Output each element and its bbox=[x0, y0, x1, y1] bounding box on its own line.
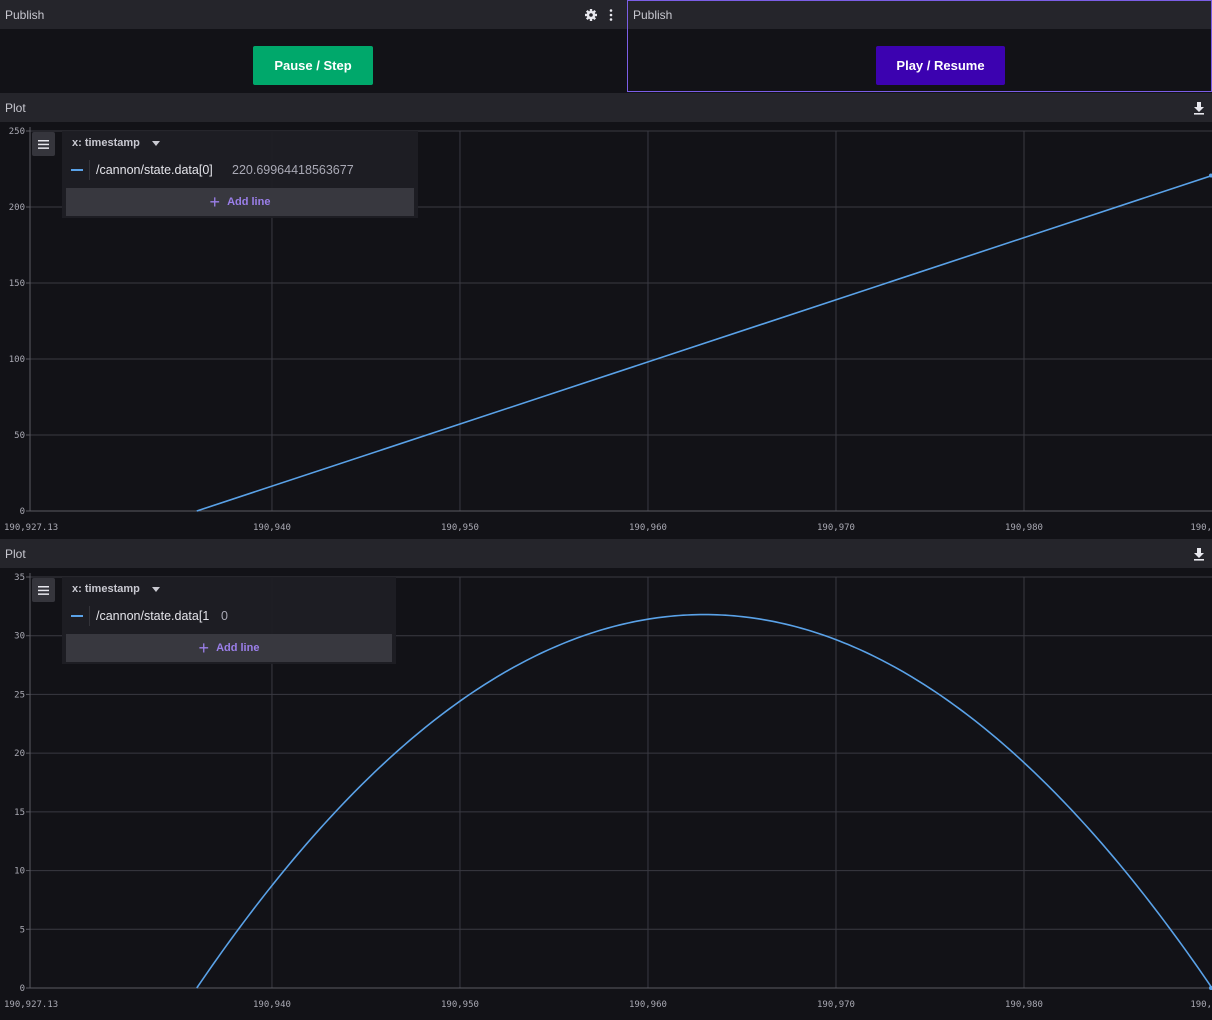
series-path-input[interactable]: /cannon/state.data[1 bbox=[96, 609, 209, 623]
panel-titlebar[interactable]: Publish bbox=[628, 1, 1211, 29]
x-tick-label: 190,980 bbox=[1005, 1000, 1043, 1010]
x-tick-label: 190,927.13 bbox=[4, 523, 58, 533]
legend-series-row[interactable]: /cannon/state.data[1 0 bbox=[62, 603, 396, 629]
series-line bbox=[196, 613, 1212, 989]
series-current-value: 0 bbox=[221, 609, 228, 623]
x-tick-label: 190,950 bbox=[441, 1000, 479, 1010]
y-tick-label: 100 bbox=[9, 355, 25, 365]
pause-step-button[interactable]: Pause / Step bbox=[253, 46, 373, 85]
x-axis-label: x: timestamp bbox=[72, 583, 140, 595]
panel-titlebar[interactable]: Publish bbox=[0, 0, 627, 29]
panel-title: Plot bbox=[5, 101, 26, 115]
play-resume-button[interactable]: Play / Resume bbox=[876, 46, 1005, 85]
x-tick-label: 190,960 bbox=[629, 523, 667, 533]
x-tick-label: 190,940 bbox=[253, 523, 291, 533]
x-axis-label: x: timestamp bbox=[72, 137, 140, 149]
menu-icon[interactable] bbox=[32, 578, 55, 602]
plus-icon: + bbox=[198, 638, 210, 658]
publish-panel-left: Publish Pause / Step bbox=[0, 0, 627, 92]
download-icon[interactable] bbox=[1192, 547, 1206, 561]
divider bbox=[89, 606, 90, 626]
y-tick-label: 5 bbox=[20, 925, 25, 935]
y-tick-label: 20 bbox=[14, 749, 25, 759]
y-tick-label: 15 bbox=[14, 808, 25, 818]
x-tick-label: 190,970 bbox=[817, 523, 855, 533]
x-tick-label: 190, bbox=[1190, 1000, 1212, 1010]
plot-panel-bottom: Plot 0 5 10 15 20 25 30 35 190,927.13 190,940 190,… bbox=[0, 539, 1212, 1020]
panel-title: Plot bbox=[5, 547, 26, 561]
x-tick-label: 190,950 bbox=[441, 523, 479, 533]
x-axis-selector[interactable]: x: timestamp bbox=[62, 577, 396, 601]
add-line-button[interactable]: + Add line bbox=[66, 634, 392, 662]
panel-titlebar[interactable]: Plot bbox=[0, 539, 1212, 568]
y-tick-label: 150 bbox=[9, 279, 25, 289]
add-line-label: Add line bbox=[216, 642, 260, 654]
plot-legend: x: timestamp /cannon/state.data[0] 220.6… bbox=[62, 131, 418, 218]
plot-panel-top: Plot 0 50 100 150 200 250 190,927.13 190,940 190… bbox=[0, 93, 1212, 539]
gear-icon[interactable] bbox=[584, 8, 598, 22]
x-tick-label: 190,970 bbox=[817, 1000, 855, 1010]
series-line bbox=[196, 174, 1212, 512]
x-tick-label: 190,980 bbox=[1005, 523, 1043, 533]
legend-series-row[interactable]: /cannon/state.data[0] 220.69964418563677 bbox=[62, 157, 418, 183]
y-tick-label: 0 bbox=[20, 507, 25, 517]
y-tick-label: 25 bbox=[14, 690, 25, 700]
plus-icon: + bbox=[209, 192, 221, 212]
panel-title: Publish bbox=[5, 8, 45, 22]
series-color-swatch[interactable] bbox=[71, 169, 83, 171]
y-tick-label: 250 bbox=[9, 127, 25, 137]
panel-titlebar[interactable]: Plot bbox=[0, 93, 1212, 122]
y-tick-label: 0 bbox=[20, 984, 25, 994]
chevron-down-icon bbox=[152, 141, 160, 146]
download-icon[interactable] bbox=[1192, 101, 1206, 115]
chevron-down-icon bbox=[152, 587, 160, 592]
panel-title: Publish bbox=[633, 8, 673, 22]
divider bbox=[89, 160, 90, 180]
add-line-label: Add line bbox=[227, 196, 271, 208]
y-tick-label: 35 bbox=[14, 573, 25, 583]
x-tick-label: 190,927.13 bbox=[4, 1000, 58, 1010]
y-tick-label: 200 bbox=[9, 203, 25, 213]
y-tick-label: 10 bbox=[14, 867, 25, 877]
x-tick-label: 190, bbox=[1190, 523, 1212, 533]
y-tick-label: 50 bbox=[14, 431, 25, 441]
y-tick-label: 30 bbox=[14, 632, 25, 642]
add-line-button[interactable]: + Add line bbox=[66, 188, 414, 216]
series-current-value: 220.69964418563677 bbox=[232, 163, 354, 177]
series-color-swatch[interactable] bbox=[71, 615, 83, 617]
more-vertical-icon[interactable] bbox=[604, 8, 618, 22]
x-tick-label: 190,940 bbox=[253, 1000, 291, 1010]
publish-panel-right: Publish Play / Resume bbox=[627, 0, 1212, 92]
plot-legend: x: timestamp /cannon/state.data[1 0 + Ad… bbox=[62, 577, 396, 664]
series-path-input[interactable]: /cannon/state.data[0] bbox=[96, 163, 213, 177]
menu-icon[interactable] bbox=[32, 132, 55, 156]
x-axis-selector[interactable]: x: timestamp bbox=[62, 131, 418, 155]
x-tick-label: 190,960 bbox=[629, 1000, 667, 1010]
